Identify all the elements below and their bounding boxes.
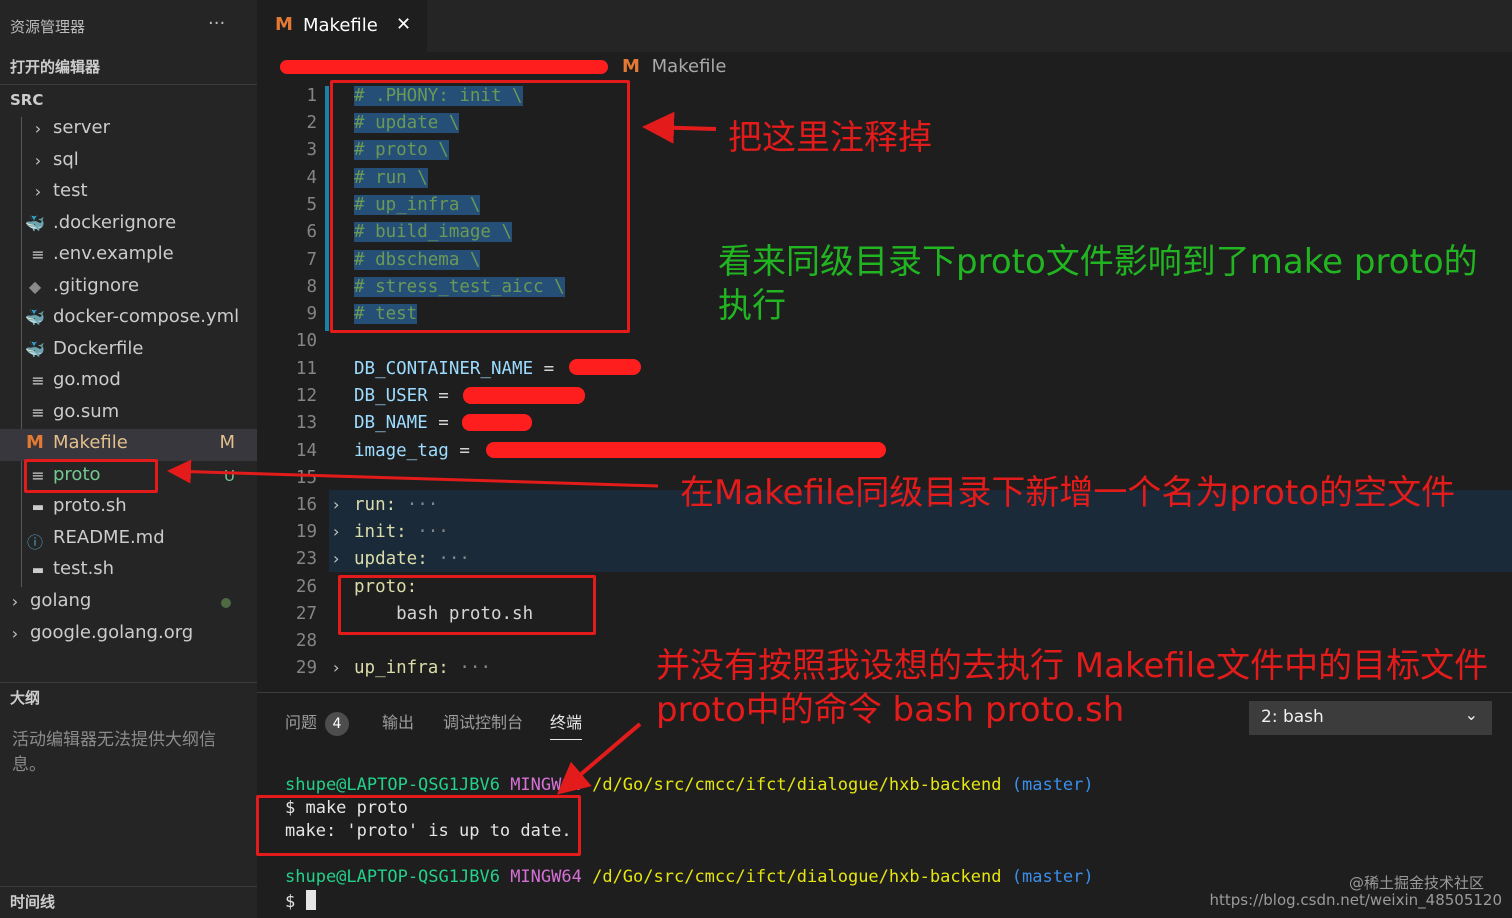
arrow-to-commented-block (642, 111, 717, 144)
annotation-not-executed: 并没有按照我设想的去执行 Makefile文件中的目标文件proto中的命令 b… (656, 646, 1489, 730)
watermark-juejin: @稀土掘金技术社区 (1348, 874, 1484, 892)
annotation-green-note: 看来同级目录下proto文件影响到了make proto的执行 (718, 242, 1478, 326)
annotation-comment-out: 把这里注释掉 (728, 118, 932, 158)
annotation-new-file: 在Makefile同级目录下新增一个名为proto的空文件 (680, 473, 1456, 513)
arrow-to-proto-file (167, 459, 659, 488)
arrow-to-terminal (556, 722, 642, 795)
watermark-csdn: https://blog.csdn.net/weixin_48505120 (1209, 891, 1502, 909)
